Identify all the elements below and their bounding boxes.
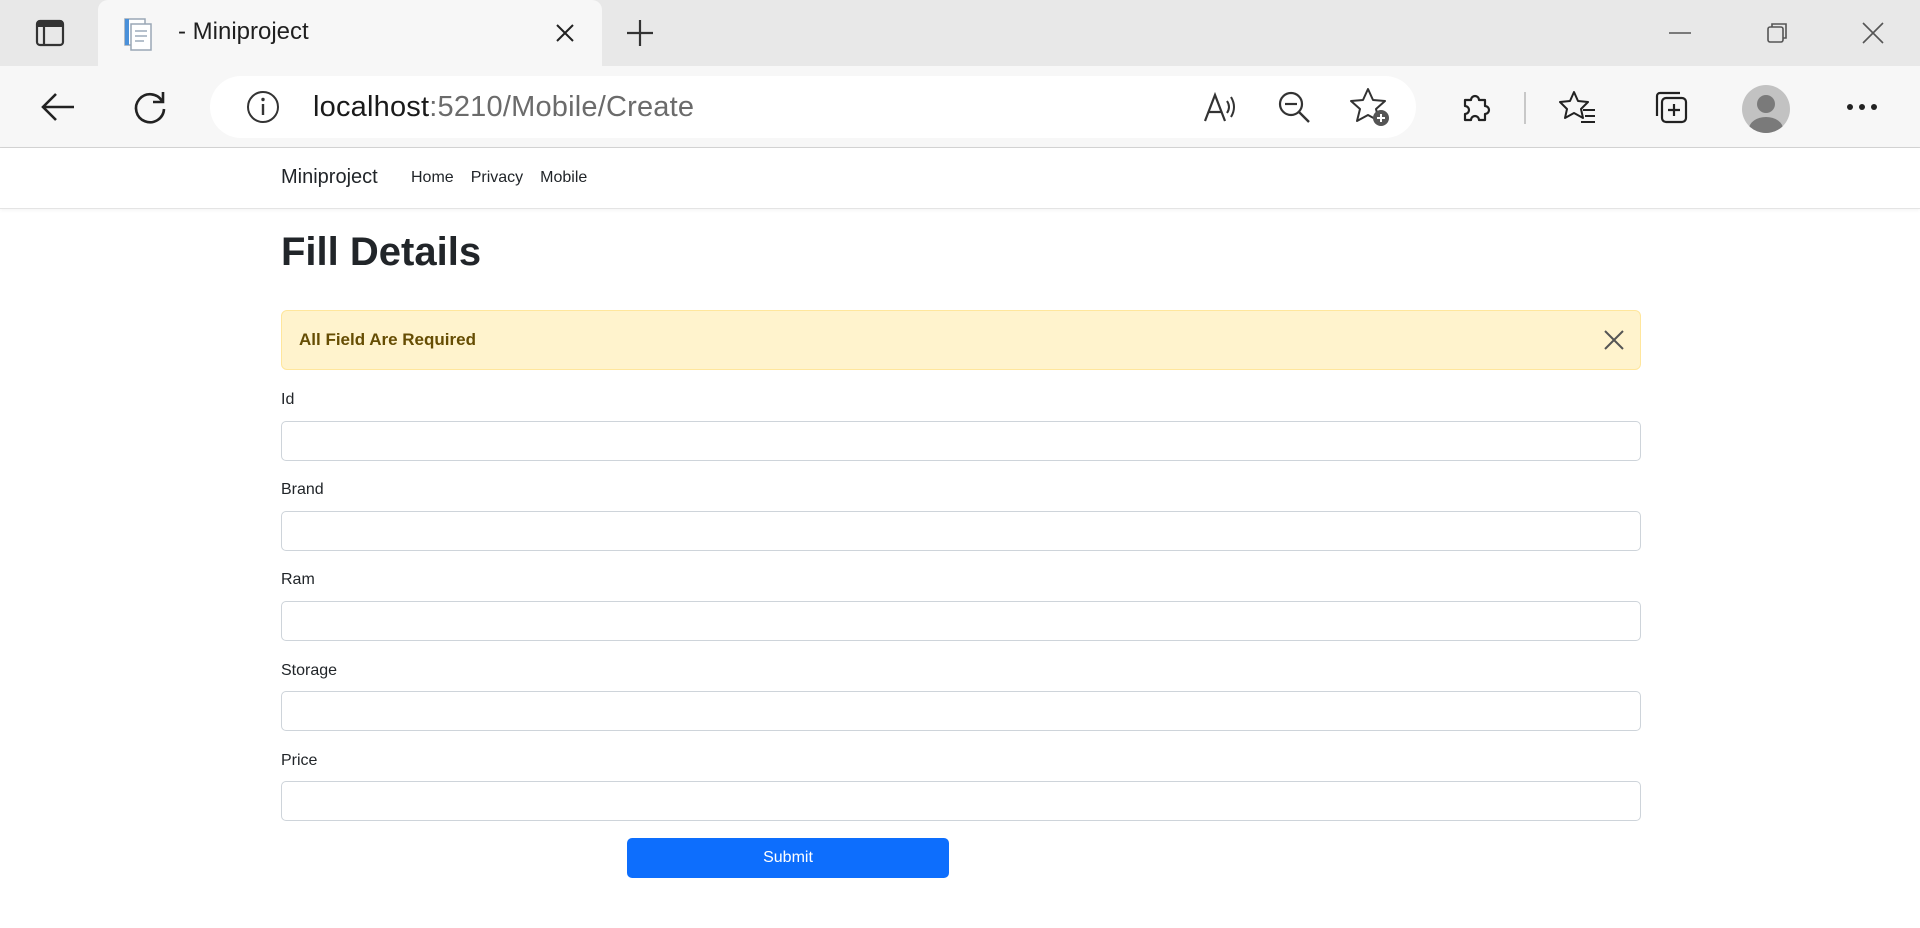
page-title: Fill Details (281, 230, 482, 274)
close-window-icon[interactable] (1858, 18, 1888, 48)
browser-toolbar: localhost:5210/Mobile/Create (0, 66, 1920, 148)
url-text[interactable]: localhost:5210/Mobile/Create (313, 91, 694, 124)
ram-input[interactable] (281, 601, 1641, 641)
storage-label: Storage (281, 662, 338, 679)
zoom-out-icon[interactable] (1274, 87, 1314, 132)
navbar-brand[interactable]: Miniproject (281, 166, 378, 189)
more-options-icon[interactable] (1842, 87, 1882, 127)
brand-input[interactable] (281, 511, 1641, 551)
storage-input[interactable] (281, 691, 1641, 731)
nav-link-home[interactable]: Home (411, 169, 454, 187)
restore-icon[interactable] (1762, 18, 1792, 48)
favorites-icon[interactable] (1558, 87, 1598, 127)
ram-label: Ram (281, 571, 315, 588)
id-label: Id (281, 391, 295, 408)
nav-links: Home Privacy Mobile (411, 169, 604, 187)
url-path: :5210/Mobile/Create (429, 91, 695, 123)
site-navbar: Miniproject Home Privacy Mobile (0, 148, 1920, 209)
extensions-icon[interactable] (1456, 87, 1496, 127)
page-icon (122, 17, 154, 51)
new-tab-icon[interactable] (624, 17, 656, 49)
brand-label: Brand (281, 481, 324, 498)
url-host: localhost (313, 91, 430, 123)
read-aloud-icon[interactable] (1200, 87, 1240, 132)
id-input[interactable] (281, 421, 1641, 461)
site-info-icon[interactable] (246, 90, 280, 124)
warning-alert: All Field Are Required (281, 310, 1641, 370)
price-label: Price (281, 752, 318, 769)
address-bar[interactable]: localhost:5210/Mobile/Create (210, 76, 1416, 138)
back-arrow-icon[interactable] (38, 87, 78, 127)
browser-tab-strip: - Miniproject (0, 0, 1920, 66)
collections-icon[interactable] (1651, 87, 1691, 127)
submit-button[interactable]: Submit (627, 838, 949, 878)
refresh-icon[interactable] (130, 87, 170, 127)
browser-tab-active[interactable]: - Miniproject (98, 0, 602, 66)
add-favorite-icon[interactable] (1348, 86, 1392, 133)
alert-message: All Field Are Required (299, 330, 476, 349)
toolbar-separator (1524, 92, 1526, 124)
minimize-icon[interactable] (1665, 18, 1695, 48)
price-input[interactable] (281, 781, 1641, 821)
nav-link-privacy[interactable]: Privacy (471, 169, 523, 187)
close-tab-icon[interactable] (553, 21, 577, 45)
tab-actions-icon[interactable] (34, 17, 66, 49)
nav-link-mobile[interactable]: Mobile (540, 169, 587, 187)
alert-close-icon[interactable] (1602, 328, 1626, 352)
profile-avatar[interactable] (1742, 85, 1790, 133)
tab-title: - Miniproject (178, 18, 309, 45)
